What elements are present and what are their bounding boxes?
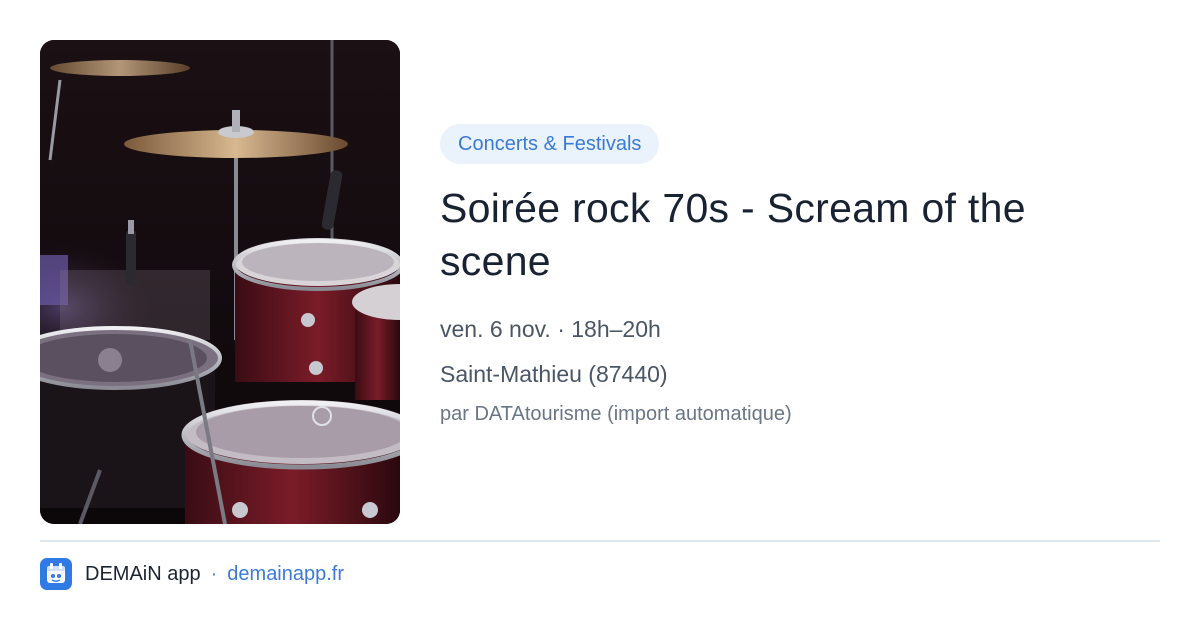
event-source: par DATAtourisme (import automatique) — [440, 403, 792, 425]
event-title: Soirée rock 70s - Scream of the scene — [440, 185, 1026, 284]
app-name: DEMAiN app — [85, 562, 201, 585]
event-datetime: ven. 6 nov. · 18h–20h — [440, 316, 661, 342]
event-location: Saint-Mathieu (87440) — [440, 361, 668, 387]
footer: DEMAiN app · demainapp.fr — [40, 558, 344, 590]
footer-separator: · — [210, 562, 218, 585]
event-info: Concerts & Festivals Soirée rock 70s - S… — [440, 124, 1160, 427]
divider — [40, 540, 1160, 542]
category-badge[interactable]: Concerts & Festivals — [440, 124, 660, 164]
demain-app-logo-icon — [40, 558, 72, 590]
app-website-link[interactable]: demainapp.fr — [227, 563, 344, 586]
event-photo — [40, 40, 400, 524]
event-preview-card[interactable]: Concerts & Festivals Soirée rock 70s - S… — [0, 0, 1200, 630]
